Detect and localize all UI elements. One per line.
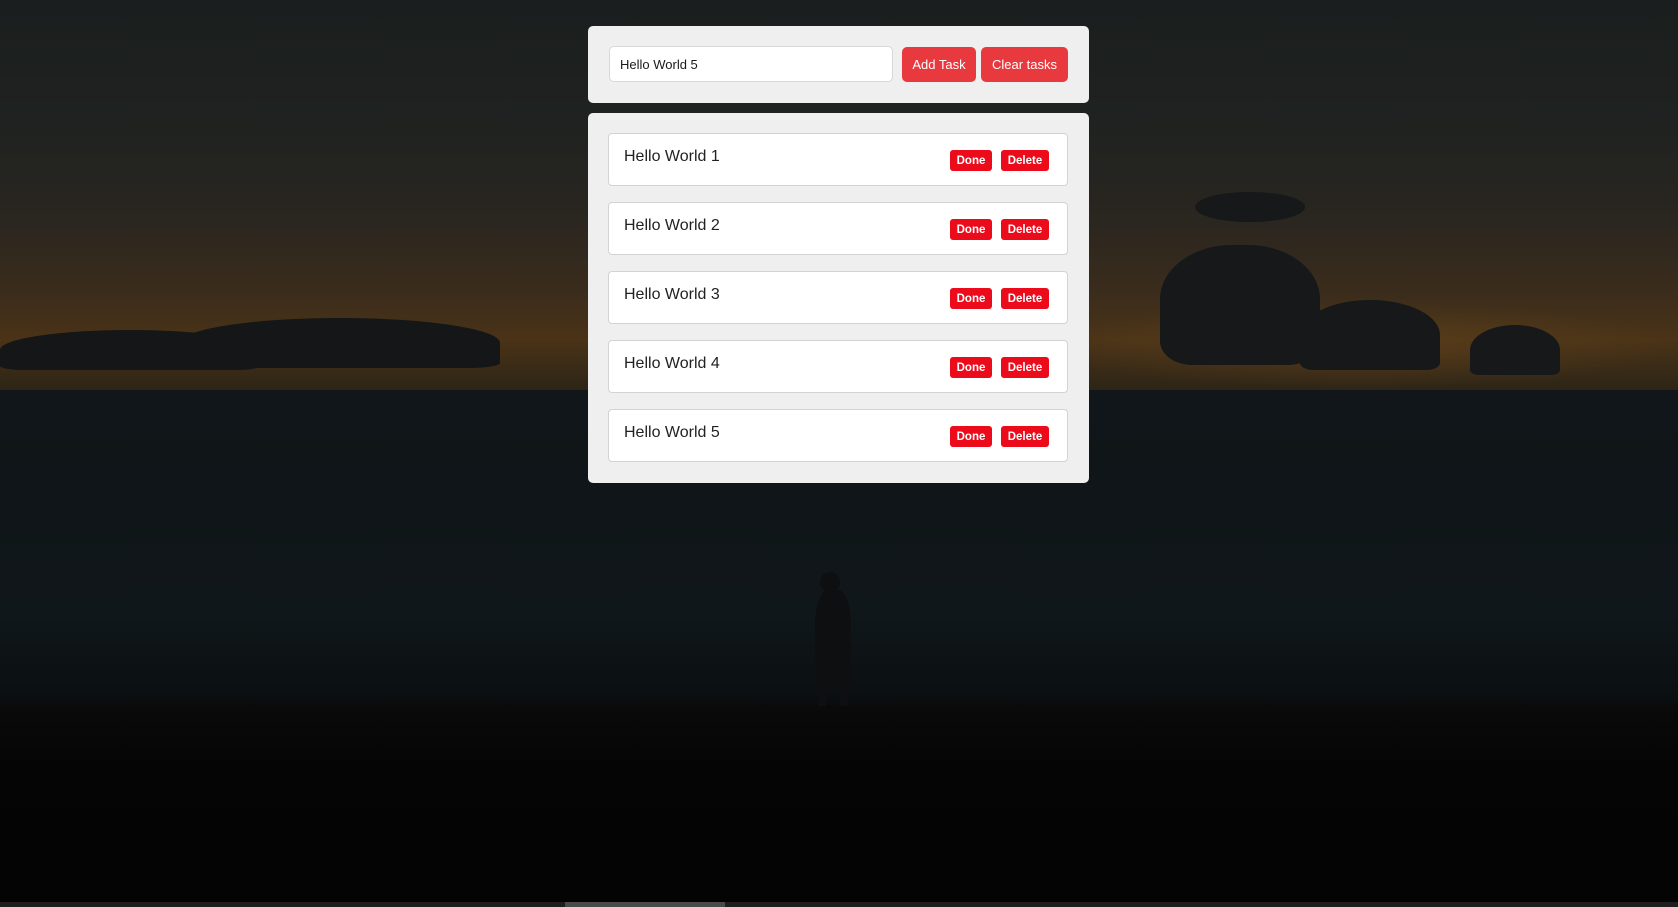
task-text: Hello World 3 — [624, 286, 720, 303]
beach — [0, 705, 1678, 907]
task-item: Hello World 5 Done Delete — [608, 409, 1068, 462]
done-button[interactable]: Done — [950, 150, 992, 171]
delete-button[interactable]: Delete — [1001, 426, 1049, 447]
cloud — [1470, 325, 1560, 375]
task-text: Hello World 1 — [624, 148, 720, 165]
person-leg — [840, 688, 848, 706]
done-button[interactable]: Done — [950, 219, 992, 240]
cloud — [0, 330, 260, 370]
horizontal-scrollbar[interactable] — [0, 902, 1678, 907]
cloud — [1160, 245, 1320, 365]
task-input[interactable] — [609, 46, 893, 82]
task-item: Hello World 3 Done Delete — [608, 271, 1068, 324]
cloud — [1300, 300, 1440, 370]
delete-button[interactable]: Delete — [1001, 150, 1049, 171]
todo-app-page: Add Task Clear tasks Hello World 1 Done … — [0, 0, 1678, 907]
cloud — [1195, 192, 1305, 222]
delete-button[interactable]: Delete — [1001, 357, 1049, 378]
task-item: Hello World 2 Done Delete — [608, 202, 1068, 255]
task-text: Hello World 5 — [624, 424, 720, 441]
clear-tasks-button[interactable]: Clear tasks — [981, 47, 1068, 82]
task-item: Hello World 1 Done Delete — [608, 133, 1068, 186]
done-button[interactable]: Done — [950, 357, 992, 378]
scrollbar-thumb[interactable] — [565, 902, 725, 907]
task-text: Hello World 2 — [624, 217, 720, 234]
add-task-button[interactable]: Add Task — [902, 47, 976, 82]
task-item: Hello World 4 Done Delete — [608, 340, 1068, 393]
delete-button[interactable]: Delete — [1001, 288, 1049, 309]
person-leg — [818, 688, 826, 706]
done-button[interactable]: Done — [950, 288, 992, 309]
task-form-panel: Add Task Clear tasks — [588, 26, 1089, 103]
task-list-panel: Hello World 1 Done Delete Hello World 2 … — [588, 113, 1089, 483]
delete-button[interactable]: Delete — [1001, 219, 1049, 240]
task-text: Hello World 4 — [624, 355, 720, 372]
done-button[interactable]: Done — [950, 426, 992, 447]
person-silhouette — [815, 590, 851, 690]
person-head — [820, 572, 840, 592]
